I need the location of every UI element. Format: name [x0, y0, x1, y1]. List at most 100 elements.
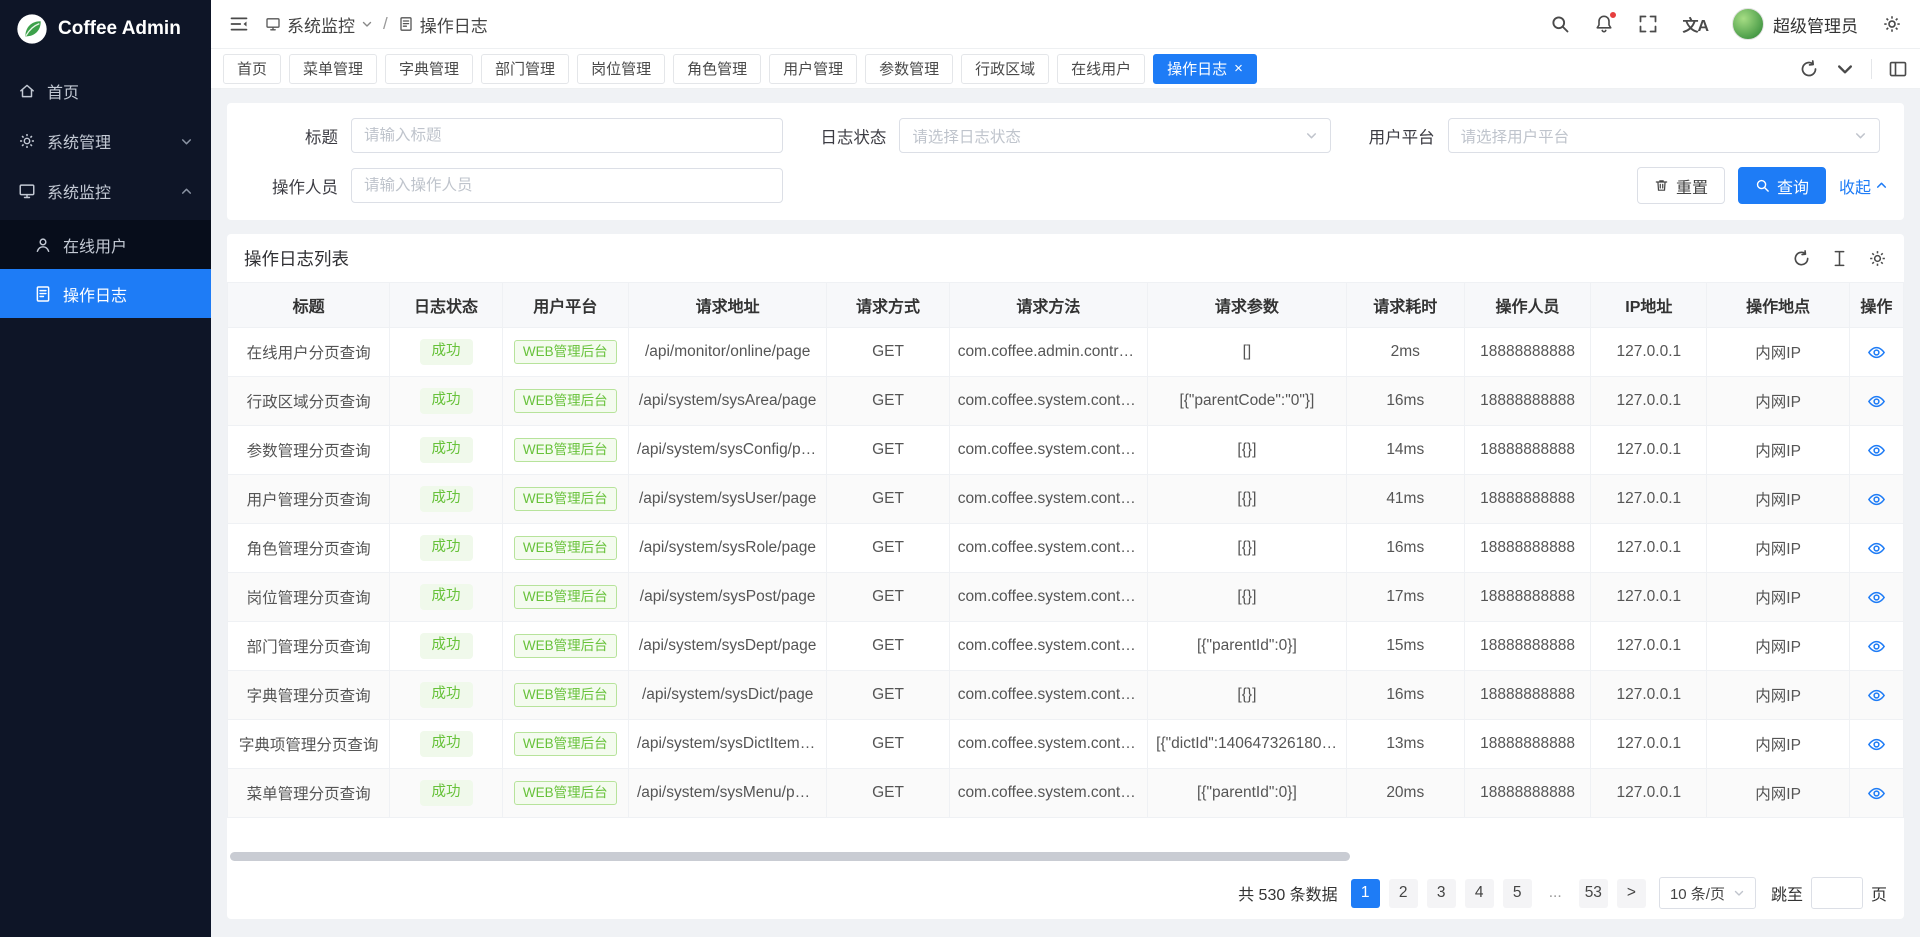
search-icon — [1755, 178, 1770, 193]
tab-close-icon[interactable]: × — [1234, 61, 1243, 76]
jump-page-input[interactable] — [1811, 877, 1863, 909]
page-button[interactable]: 53 — [1579, 879, 1608, 908]
cell-title: 部门管理分页查询 — [228, 622, 390, 671]
breadcrumb-separator: / — [383, 14, 388, 34]
page-button[interactable]: 1 — [1351, 879, 1380, 908]
user-platform-select[interactable]: 请选择用户平台 — [1448, 118, 1880, 153]
search-button[interactable]: 查询 — [1738, 167, 1826, 204]
platform-badge: WEB管理后台 — [514, 536, 617, 560]
cell-log-status: 成功 — [390, 426, 502, 475]
col-operator: 操作人员 — [1464, 283, 1590, 328]
sidebar-item-label: 操作日志 — [63, 282, 127, 306]
translate-icon[interactable]: 文A — [1682, 12, 1708, 36]
view-detail-eye-icon[interactable] — [1867, 686, 1886, 705]
cell-request-duration: 16ms — [1346, 524, 1464, 573]
cell-location: 内网IP — [1707, 720, 1849, 769]
tab[interactable]: 角色管理 — [673, 54, 761, 84]
table-row: 参数管理分页查询 成功 WEB管理后台 /api/system/sysConfi… — [228, 426, 1904, 475]
page-size-select[interactable]: 10 条/页 — [1659, 877, 1756, 909]
view-detail-eye-icon[interactable] — [1867, 539, 1886, 558]
cell-request-params: [{}] — [1148, 524, 1346, 573]
cell-location: 内网IP — [1707, 426, 1849, 475]
collapse-link-label: 收起 — [1839, 174, 1871, 198]
view-detail-eye-icon[interactable] — [1867, 735, 1886, 754]
layout-toggle-icon[interactable] — [1888, 59, 1908, 79]
cell-user-platform: WEB管理后台 — [502, 671, 628, 720]
tab-options-chevron-icon[interactable] — [1835, 59, 1855, 79]
cell-log-status: 成功 — [390, 524, 502, 573]
breadcrumb-item-parent[interactable]: 系统监控 — [265, 12, 373, 37]
view-detail-eye-icon[interactable] — [1867, 637, 1886, 656]
cell-request-params: [{"parentId":0}] — [1148, 769, 1346, 818]
sidebar-item-system-mgmt[interactable]: 系统管理 — [0, 120, 211, 162]
operator-input[interactable] — [364, 177, 770, 195]
cell-user-platform: WEB管理后台 — [502, 573, 628, 622]
app-logo[interactable]: Coffee Admin — [0, 0, 211, 58]
cell-request-handler: com.coffee.system.controlle... — [949, 769, 1147, 818]
log-table-body: 在线用户分页查询 成功 WEB管理后台 /api/monitor/online/… — [228, 328, 1904, 818]
notification-bell-icon[interactable] — [1594, 14, 1614, 34]
cell-request-method: GET — [827, 426, 949, 475]
cell-request-handler: com.coffee.system.controlle... — [949, 720, 1147, 769]
filter-actions: 重置 查询 收起 — [1637, 167, 1888, 204]
page-button[interactable]: 3 — [1427, 879, 1456, 908]
settings-gear-icon[interactable] — [1882, 14, 1902, 34]
tab[interactable]: 字典管理 — [385, 54, 473, 84]
tab-label: 行政区域 — [975, 58, 1035, 79]
next-page-button[interactable]: > — [1617, 879, 1646, 908]
page-button[interactable]: 4 — [1465, 879, 1494, 908]
page-ellipsis[interactable]: ... — [1541, 879, 1570, 908]
col-log-status: 日志状态 — [390, 283, 502, 328]
reset-button[interactable]: 重置 — [1637, 167, 1725, 204]
sidebar-collapse-icon[interactable] — [229, 14, 249, 34]
tab[interactable]: 用户管理 — [769, 54, 857, 84]
row-density-icon[interactable] — [1830, 249, 1849, 268]
user-menu[interactable]: 超级管理员 — [1732, 8, 1858, 40]
col-request-duration: 请求耗时 — [1346, 283, 1464, 328]
cell-request-url: /api/system/sysRole/page — [628, 524, 826, 573]
cell-request-handler: com.coffee.system.controlle... — [949, 377, 1147, 426]
log-status-select[interactable]: 请选择日志状态 — [899, 118, 1331, 153]
view-detail-eye-icon[interactable] — [1867, 784, 1886, 803]
view-detail-eye-icon[interactable] — [1867, 392, 1886, 411]
cell-ip-address: 127.0.0.1 — [1591, 328, 1707, 377]
tab[interactable]: 首页 — [223, 54, 281, 84]
column-settings-gear-icon[interactable] — [1868, 249, 1887, 268]
sidebar-item-system-monitor[interactable]: 系统监控 — [0, 170, 211, 212]
collapse-filters-link[interactable]: 收起 — [1839, 174, 1888, 198]
view-detail-eye-icon[interactable] — [1867, 441, 1886, 460]
refresh-table-icon[interactable] — [1792, 249, 1811, 268]
tab[interactable]: 菜单管理 — [289, 54, 377, 84]
search-icon[interactable] — [1550, 14, 1570, 34]
tab[interactable]: 在线用户 — [1057, 54, 1145, 84]
trash-icon — [1654, 178, 1669, 193]
title-input[interactable] — [364, 127, 770, 145]
horizontal-scrollbar-thumb[interactable] — [230, 852, 1350, 861]
cell-actions — [1849, 475, 1903, 524]
status-badge: 成功 — [420, 731, 473, 756]
view-detail-eye-icon[interactable] — [1867, 490, 1886, 509]
sidebar-item-operation-logs[interactable]: 操作日志 — [0, 269, 211, 318]
sidebar-item-home[interactable]: 首页 — [0, 70, 211, 112]
tab[interactable]: 参数管理 — [865, 54, 953, 84]
cell-request-url: /api/system/sysDictItem/pa... — [628, 720, 826, 769]
log-icon — [34, 285, 52, 303]
tab[interactable]: 操作日志 × — [1153, 54, 1257, 84]
page-button[interactable]: 5 — [1503, 879, 1532, 908]
refresh-tab-icon[interactable] — [1799, 59, 1819, 79]
page-button[interactable]: 2 — [1389, 879, 1418, 908]
tab[interactable]: 行政区域 — [961, 54, 1049, 84]
sidebar-item-online-users[interactable]: 在线用户 — [0, 220, 211, 269]
chevron-down-icon — [180, 135, 193, 148]
table-header-row: 标题 日志状态 用户平台 请求地址 请求方式 请求方法 请求参数 请求耗时 操作… — [228, 283, 1904, 328]
chevron-down-icon — [1305, 129, 1318, 142]
tab[interactable]: 岗位管理 — [577, 54, 665, 84]
pagination: 共 530 条数据 12345...53 > 10 条/页 跳至 页 — [227, 873, 1904, 919]
view-detail-eye-icon[interactable] — [1867, 343, 1886, 362]
operator-input-wrapper — [351, 168, 783, 203]
cell-log-status: 成功 — [390, 671, 502, 720]
breadcrumb-item-current[interactable]: 操作日志 — [398, 12, 488, 37]
fullscreen-icon[interactable] — [1638, 14, 1658, 34]
view-detail-eye-icon[interactable] — [1867, 588, 1886, 607]
tab[interactable]: 部门管理 — [481, 54, 569, 84]
